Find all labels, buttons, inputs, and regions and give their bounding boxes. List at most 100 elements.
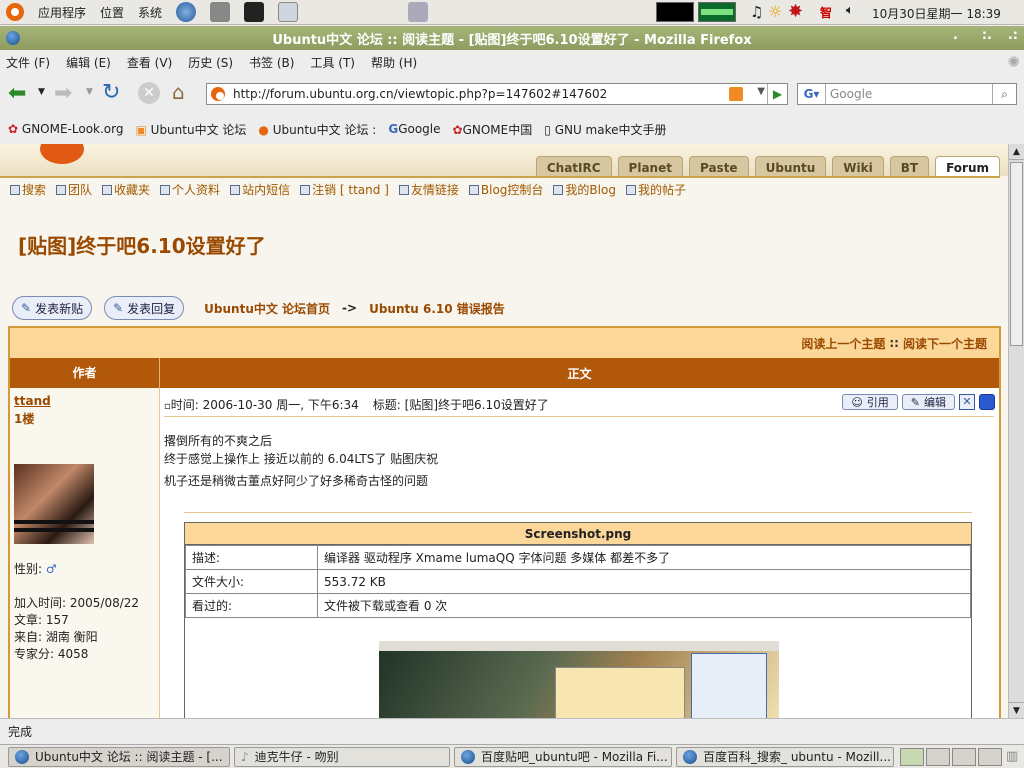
menu-tools[interactable]: 工具 (T) — [310, 54, 355, 71]
menu-view[interactable]: 查看 (V) — [127, 54, 172, 71]
url-bar[interactable]: http://forum.ubuntu.org.cn/viewtopic.php… — [206, 83, 788, 105]
bookmark-google[interactable]: GGoogle — [388, 122, 440, 136]
update-notifier-icon[interactable] — [408, 2, 429, 22]
workspace-switcher[interactable] — [900, 747, 1002, 766]
author-name[interactable]: ttand — [14, 394, 51, 408]
menu-applications[interactable]: 应用程序 — [38, 4, 86, 21]
tab-chatirc[interactable]: ChatIRC — [535, 156, 612, 178]
bookmark-gnome-look[interactable]: ✿ GNOME-Look.org — [8, 122, 123, 136]
home-button[interactable]: ⌂ — [172, 80, 185, 104]
nav-favorites[interactable]: 收藏夹 — [102, 181, 150, 198]
ubuntu-logo-icon[interactable] — [6, 3, 24, 21]
tab-forum[interactable]: Forum — [935, 156, 1000, 178]
firefox-launcher-icon[interactable] — [176, 2, 197, 22]
search-box[interactable]: G▾ Google ⌕ — [797, 83, 1017, 105]
delete-button[interactable]: ✕ — [959, 394, 975, 410]
go-button[interactable]: ▶ — [767, 84, 787, 104]
back-button[interactable]: ⬅ — [8, 81, 26, 106]
scroll-thumb[interactable] — [1010, 162, 1023, 346]
topic-pager: 阅读上一个主题 :: 阅读下一个主题 — [10, 328, 999, 358]
terminal-launcher-icon[interactable] — [244, 2, 265, 22]
nav-messages[interactable]: 站内短信 — [230, 181, 290, 198]
reply-button[interactable]: ✎ 发表回复 — [104, 296, 185, 320]
next-topic-link[interactable]: 阅读下一个主题 — [903, 335, 987, 352]
search-launcher-icon[interactable] — [278, 2, 299, 22]
star-applet-icon[interactable]: ✸ — [788, 1, 803, 22]
forum-nav: 搜索 团队 收藏夹 个人资料 站内短信 注销 [ ttand ] 友情链接 Bl… — [10, 181, 686, 198]
nav-blog-console[interactable]: Blog控制台 — [468, 181, 543, 198]
search-engine-icon[interactable]: G▾ — [798, 84, 826, 104]
bookmark-gnome-cn[interactable]: ✿GNOME中国 — [453, 121, 533, 138]
screenshot-thumbnail[interactable] — [379, 641, 779, 718]
post-subject: 标题: [贴图]终于吧6.10设置好了 — [372, 398, 549, 412]
attachment-filename[interactable]: Screenshot.png — [185, 523, 971, 545]
forward-button[interactable]: ➡ — [54, 81, 72, 106]
music-note-icon[interactable]: ♫ — [750, 3, 763, 21]
bookmark-ubuntu-forum[interactable]: ● Ubuntu中文 论坛 : — [258, 121, 376, 138]
trash-icon[interactable]: ▥ — [1006, 749, 1018, 764]
tab-ubuntu[interactable]: Ubuntu — [754, 156, 827, 178]
forward-history-icon[interactable]: ▼ — [86, 87, 93, 97]
prev-topic-link[interactable]: 阅读上一个主题 — [801, 335, 885, 352]
workspace-3[interactable] — [952, 747, 976, 766]
new-post-button[interactable]: ✎ 发表新贴 — [12, 296, 93, 320]
reload-button[interactable]: ↻ — [102, 80, 120, 105]
breadcrumb-home[interactable]: Ubuntu中文 论坛首页 — [204, 300, 330, 317]
tab-paste[interactable]: Paste — [688, 156, 749, 178]
minimize-button[interactable]: . — [953, 28, 958, 43]
nav-search[interactable]: 搜索 — [10, 181, 46, 198]
breadcrumb-forum[interactable]: Ubuntu 6.10 错误报告 — [369, 300, 505, 317]
tab-planet[interactable]: Planet — [617, 156, 683, 178]
menu-edit[interactable]: 编辑 (E) — [66, 54, 111, 71]
search-go-icon[interactable]: ⌕ — [992, 84, 1016, 104]
maximize-button[interactable]: :. — [982, 28, 992, 43]
quote-button[interactable]: ☺ 引用 — [842, 394, 898, 410]
nav-my-posts[interactable]: 我的帖子 — [625, 181, 686, 198]
task-ubuntu-forum[interactable]: Ubuntu中文 论坛 :: 阅读主题 - [... — [8, 746, 230, 767]
menu-system[interactable]: 系统 — [138, 4, 162, 21]
nav-links[interactable]: 友情链接 — [398, 181, 459, 198]
nav-my-blog[interactable]: 我的Blog — [553, 181, 616, 198]
workspace-1[interactable] — [900, 747, 924, 766]
links-icon — [398, 184, 409, 195]
bookmark-ubuntu-forum-rss[interactable]: ▣ Ubuntu中文 论坛 — [135, 121, 246, 138]
menu-help[interactable]: 帮助 (H) — [371, 54, 417, 71]
scroll-up-arrow-icon[interactable]: ▲ — [1009, 144, 1024, 160]
menu-history[interactable]: 历史 (S) — [188, 54, 233, 71]
profile-icon — [160, 184, 171, 195]
stop-button[interactable]: ✕ — [138, 82, 160, 104]
volume-icon[interactable]: 🔈︎ — [846, 3, 854, 18]
task-baidu-baike[interactable]: 百度百科_搜索_ ubuntu - Mozill... — [676, 746, 894, 767]
logout-icon — [300, 184, 311, 195]
clock[interactable]: 10月30日星期一 18:39 — [872, 5, 1001, 22]
workspace-4[interactable] — [978, 747, 1002, 766]
workspace-2[interactable] — [926, 747, 950, 766]
nav-logout[interactable]: 注销 [ ttand ] — [300, 181, 389, 198]
site-favicon — [211, 87, 225, 101]
ime-indicator[interactable]: 智 — [820, 4, 832, 21]
firefox-icon — [15, 749, 29, 764]
ip-info-button[interactable] — [979, 394, 995, 410]
menu-places[interactable]: 位置 — [100, 4, 124, 21]
back-history-icon[interactable]: ▼ — [38, 87, 45, 97]
close-button[interactable]: .: — [1008, 28, 1018, 43]
settings-launcher-icon[interactable] — [210, 2, 231, 22]
scroll-down-arrow-icon[interactable]: ▼ — [1009, 702, 1024, 718]
gnome-cn-icon: ✿ — [452, 122, 463, 137]
tab-bt[interactable]: BT — [889, 156, 930, 178]
vertical-scrollbar[interactable]: ▲ ▼ — [1008, 144, 1024, 718]
menu-bookmarks[interactable]: 书签 (B) — [249, 54, 294, 71]
nav-team[interactable]: 团队 — [56, 181, 92, 198]
tab-wiki[interactable]: Wiki — [832, 156, 884, 178]
url-dropdown-icon[interactable]: ▼ — [757, 86, 765, 97]
rss-feed-icon[interactable] — [729, 87, 743, 101]
firefox-icon — [683, 749, 697, 764]
window-menu-icon[interactable] — [6, 31, 20, 45]
edit-button[interactable]: ✎ 编辑 — [901, 394, 955, 410]
nav-profile[interactable]: 个人资料 — [160, 181, 220, 198]
weather-sun-icon[interactable]: ☼ — [768, 2, 782, 21]
bookmark-gnu-make[interactable]: ▯ GNU make中文手册 — [544, 121, 666, 138]
task-music-player[interactable]: ♪ 迪克牛仔 - 吻别 — [234, 746, 450, 767]
task-baidu-tieba[interactable]: 百度贴吧_ubuntu吧 - Mozilla Fi... — [454, 746, 672, 767]
menu-file[interactable]: 文件 (F) — [6, 54, 50, 71]
